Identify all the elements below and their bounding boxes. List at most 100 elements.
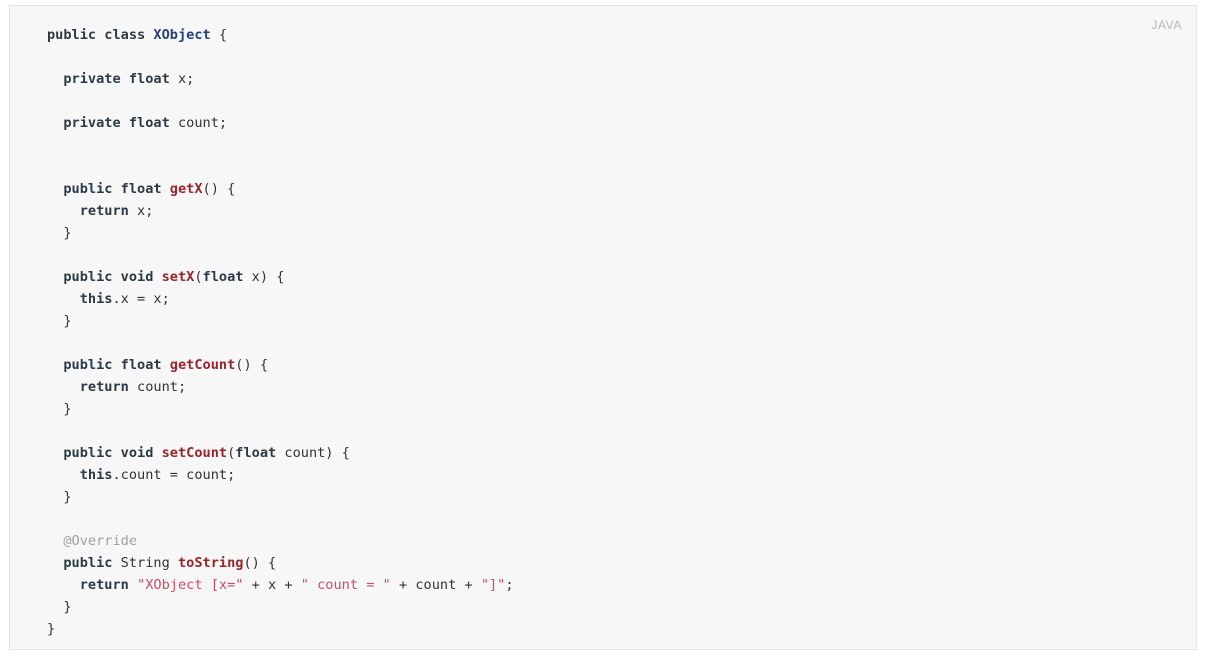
- code-token: }: [47, 621, 56, 637]
- code-token: count) {: [276, 445, 350, 461]
- code-line: }: [10, 222, 1196, 244]
- code-token: "XObject [x=": [137, 577, 244, 593]
- code-line: }: [10, 596, 1196, 618]
- code-line: return "XObject [x=" + x + " count = " +…: [10, 574, 1196, 596]
- code-token: + x +: [243, 577, 301, 593]
- code-token: public: [63, 445, 113, 461]
- code-token: float: [120, 357, 162, 373]
- code-scroll-area[interactable]: public class XObject { private float x; …: [10, 24, 1196, 649]
- code-token: + count +: [390, 577, 481, 593]
- code-token: void: [120, 445, 154, 461]
- code-line: @Override: [10, 530, 1196, 552]
- code-token: this: [79, 467, 113, 483]
- code-line: public float getX() {: [10, 178, 1196, 200]
- code-token: x;: [169, 71, 195, 87]
- code-token: void: [120, 269, 154, 285]
- code-token: }: [47, 489, 72, 505]
- code-line: }: [10, 618, 1196, 640]
- code-token: float: [128, 71, 170, 87]
- source-code[interactable]: public class XObject { private float x; …: [10, 24, 1196, 640]
- code-token: float: [235, 445, 277, 461]
- code-line: public void setCount(float count) {: [10, 442, 1196, 464]
- code-line: private float count;: [10, 112, 1196, 134]
- code-token: public: [47, 27, 97, 43]
- code-token: public: [63, 357, 113, 373]
- code-line: private float x;: [10, 68, 1196, 90]
- code-line: }: [10, 486, 1196, 508]
- code-token: float: [202, 269, 244, 285]
- code-token: () {: [202, 181, 236, 197]
- code-token: {: [210, 27, 228, 43]
- code-token: return: [79, 379, 129, 395]
- code-block-panel: JAVA public class XObject { private floa…: [9, 5, 1197, 650]
- code-token: float: [120, 181, 162, 197]
- code-token: }: [47, 599, 72, 615]
- code-token: private: [63, 115, 121, 131]
- code-token: getX: [169, 181, 203, 197]
- code-token: setX: [161, 269, 195, 285]
- code-token: this: [79, 291, 113, 307]
- code-token: .count = count;: [112, 467, 236, 483]
- code-token: }: [47, 225, 72, 241]
- code-token: () {: [235, 357, 269, 373]
- code-token: " count = ": [300, 577, 391, 593]
- code-token: return: [79, 577, 129, 593]
- code-token: x;: [128, 203, 154, 219]
- code-token: private: [63, 71, 121, 87]
- code-token: @Override: [63, 533, 138, 549]
- code-line: }: [10, 310, 1196, 332]
- code-token: float: [128, 115, 170, 131]
- code-token: count;: [128, 379, 187, 395]
- code-token: x) {: [243, 269, 285, 285]
- code-token: toString: [177, 555, 244, 571]
- code-token: (: [194, 269, 203, 285]
- code-token: ;: [505, 577, 514, 593]
- code-line: public class XObject {: [10, 24, 1196, 46]
- code-token: getCount: [169, 357, 236, 373]
- code-line: return x;: [10, 200, 1196, 222]
- code-token: "]": [480, 577, 506, 593]
- code-token: count;: [169, 115, 228, 131]
- code-line: public String toString() {: [10, 552, 1196, 574]
- code-line: return count;: [10, 376, 1196, 398]
- code-token: public: [63, 269, 113, 285]
- code-token: setCount: [161, 445, 228, 461]
- code-token: return: [79, 203, 129, 219]
- code-line: this.count = count;: [10, 464, 1196, 486]
- code-token: String: [120, 555, 170, 571]
- code-token: public: [63, 555, 113, 571]
- code-token: () {: [243, 555, 277, 571]
- code-token: public: [63, 181, 113, 197]
- code-line: this.x = x;: [10, 288, 1196, 310]
